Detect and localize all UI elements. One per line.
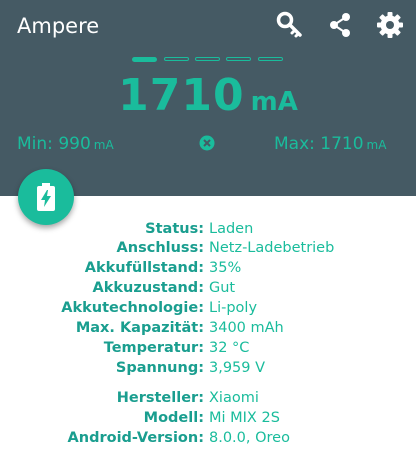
min-reading: Min: 990 mA — [17, 134, 114, 154]
info-key: Spannung: — [115, 360, 204, 376]
info-key: Hersteller: — [116, 390, 204, 406]
info-row-status: Status: Laden — [0, 221, 416, 241]
page-dot[interactable] — [164, 57, 189, 61]
info-row-android-version: Android-Version: 8.0.0, Oreo — [0, 430, 416, 450]
info-key: Temperatur: — [103, 340, 204, 356]
battery-charging-icon — [37, 183, 55, 211]
current-unit: mA — [250, 87, 298, 117]
share-icon[interactable] — [325, 10, 355, 40]
info-row-capacity: Max. Kapazität: 3400 mAh — [0, 320, 416, 340]
info-key: Anschluss: — [116, 240, 204, 256]
info-value: 3,959 V — [209, 360, 266, 376]
info-value: Xiaomi — [209, 390, 259, 406]
info-key: Akkufüllstand: — [84, 260, 204, 276]
page-dot-active[interactable] — [132, 57, 157, 62]
info-value: Mi MIX 2S — [209, 410, 280, 426]
info-row-model: Modell: Mi MIX 2S — [0, 410, 416, 430]
app-header: Ampere 1710 mA Min: 990 mA Max: 1710 mA — [0, 0, 416, 196]
info-row-manufacturer: Hersteller: Xiaomi — [0, 390, 416, 410]
max-value: 1710 — [320, 134, 364, 154]
info-row-level: Akkufüllstand: 35% — [0, 260, 416, 280]
page-dot[interactable] — [258, 57, 283, 61]
info-value: 35% — [209, 260, 242, 276]
page-dot[interactable] — [226, 57, 251, 61]
page-dot[interactable] — [195, 57, 220, 61]
info-row-temperature: Temperatur: 32 °C — [0, 340, 416, 360]
current-value: 1710 — [118, 70, 245, 121]
info-key: Status: — [145, 221, 204, 237]
battery-fab-button[interactable] — [18, 169, 74, 225]
info-row-connection: Anschluss: Netz-Ladebetrieb — [0, 240, 416, 260]
gear-icon[interactable] — [375, 10, 405, 40]
info-key: Akkuzustand: — [92, 280, 204, 296]
app-title: Ampere — [17, 14, 100, 38]
info-row-voltage: Spannung: 3,959 V — [0, 360, 416, 380]
max-unit: mA — [366, 138, 387, 152]
info-key: Max. Kapazität: — [75, 320, 204, 336]
reset-minmax-icon[interactable] — [199, 135, 215, 151]
info-row-technology: Akkutechnologie: Li-poly — [0, 300, 416, 320]
info-value: Gut — [209, 280, 236, 296]
info-value: 32 °C — [209, 340, 250, 356]
info-row-health: Akkuzustand: Gut — [0, 280, 416, 300]
info-value: Laden — [209, 221, 254, 237]
info-key: Modell: — [143, 410, 204, 426]
info-value: Netz-Ladebetrieb — [209, 240, 335, 256]
key-icon[interactable] — [275, 10, 305, 40]
info-value: 8.0.0, Oreo — [209, 430, 290, 446]
current-reading: 1710 mA — [0, 70, 416, 121]
info-key: Android-Version: — [67, 430, 204, 446]
max-reading: Max: 1710 mA — [274, 134, 386, 154]
info-value: 3400 mAh — [209, 320, 284, 336]
max-label: Max: — [274, 134, 315, 154]
min-value: 990 — [58, 134, 91, 154]
info-key: Akkutechnologie: — [61, 300, 204, 316]
min-label: Min: — [17, 134, 53, 154]
info-value: Li-poly — [209, 300, 258, 316]
min-unit: mA — [93, 138, 114, 152]
